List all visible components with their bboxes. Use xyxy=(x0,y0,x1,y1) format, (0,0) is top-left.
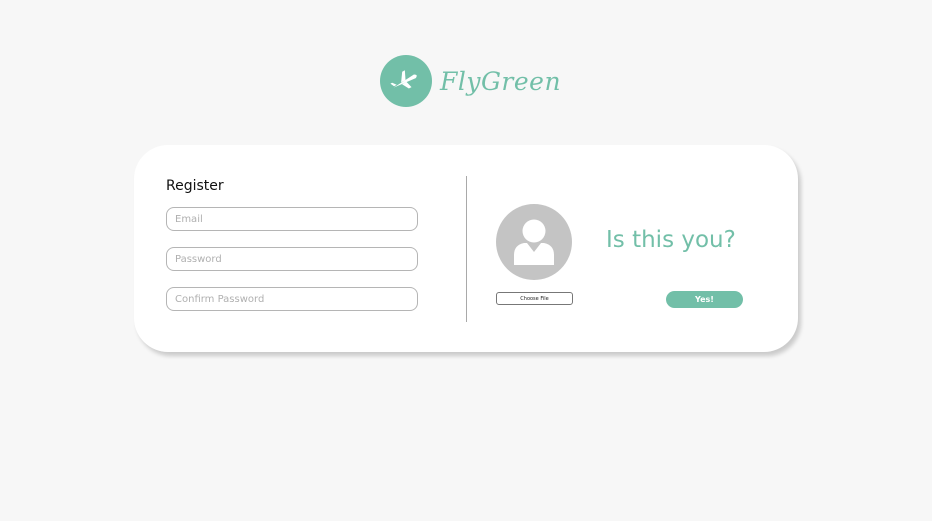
airplane-icon xyxy=(380,55,432,107)
user-icon xyxy=(496,204,572,280)
register-title: Register xyxy=(166,178,224,194)
confirm-password-field[interactable] xyxy=(166,287,418,311)
password-field[interactable] xyxy=(166,247,418,271)
brand-name: FlyGreen xyxy=(440,66,562,96)
email-field[interactable] xyxy=(166,207,418,231)
choose-file-button[interactable]: Choose File xyxy=(496,292,573,305)
confirm-question: Is this you? xyxy=(606,227,736,253)
brand-logo: FlyGreen xyxy=(380,55,561,107)
section-divider xyxy=(466,176,467,322)
yes-button[interactable]: Yes! xyxy=(666,291,743,308)
register-card: Register Choose File Is this you? Yes! xyxy=(134,145,798,352)
